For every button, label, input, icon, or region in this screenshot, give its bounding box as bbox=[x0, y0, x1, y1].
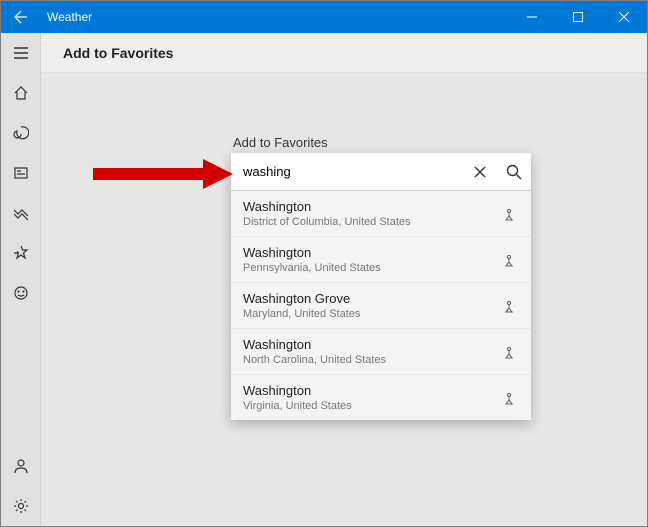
minimize-icon bbox=[527, 12, 537, 22]
close-icon bbox=[619, 12, 629, 22]
search-button[interactable] bbox=[497, 153, 531, 191]
home-icon bbox=[13, 85, 29, 101]
titlebar: Weather bbox=[1, 1, 647, 33]
sidebar-item-forecast[interactable] bbox=[1, 73, 41, 113]
result-sub: North Carolina, United States bbox=[243, 354, 499, 366]
sidebar-item-favorites[interactable] bbox=[1, 233, 41, 273]
results-list: Washington District of Columbia, United S… bbox=[231, 191, 531, 420]
app-title: Weather bbox=[41, 10, 509, 24]
location-icon bbox=[499, 391, 519, 405]
search-icon bbox=[506, 164, 522, 180]
panel-title: Add to Favorites bbox=[233, 135, 328, 150]
result-text: Washington Grove Maryland, United States bbox=[243, 291, 499, 320]
graph-icon bbox=[13, 205, 29, 221]
gear-icon bbox=[13, 498, 29, 514]
search-row bbox=[231, 153, 531, 191]
result-item[interactable]: Washington Virginia, United States bbox=[231, 375, 531, 420]
location-icon bbox=[499, 299, 519, 313]
location-icon bbox=[499, 253, 519, 267]
clear-button[interactable] bbox=[463, 153, 497, 191]
main-area: Add to Favorites Add to Favorites Washin… bbox=[41, 33, 647, 526]
maximize-icon bbox=[573, 12, 583, 22]
sidebar-item-settings[interactable] bbox=[1, 486, 41, 526]
page-title: Add to Favorites bbox=[63, 45, 173, 61]
result-sub: District of Columbia, United States bbox=[243, 216, 499, 228]
result-sub: Pennsylvania, United States bbox=[243, 262, 499, 274]
result-text: Washington Virginia, United States bbox=[243, 383, 499, 412]
hamburger-button[interactable] bbox=[1, 33, 41, 73]
search-panel: Washington District of Columbia, United S… bbox=[231, 153, 531, 420]
sidebar bbox=[1, 33, 41, 526]
result-sub: Virginia, United States bbox=[243, 400, 499, 412]
result-item[interactable]: Washington Pennsylvania, United States bbox=[231, 237, 531, 283]
sidebar-item-maps[interactable] bbox=[1, 113, 41, 153]
page-header: Add to Favorites bbox=[41, 33, 647, 73]
content-area: Add to Favorites Washington District of C… bbox=[41, 73, 647, 526]
result-name: Washington bbox=[243, 337, 499, 352]
result-item[interactable]: Washington Grove Maryland, United States bbox=[231, 283, 531, 329]
result-item[interactable]: Washington District of Columbia, United S… bbox=[231, 191, 531, 237]
back-button[interactable] bbox=[1, 1, 41, 33]
smile-icon bbox=[13, 285, 29, 301]
sidebar-spacer bbox=[1, 313, 40, 446]
location-icon bbox=[499, 345, 519, 359]
news-icon bbox=[13, 165, 29, 181]
location-icon bbox=[499, 207, 519, 221]
sidebar-item-account[interactable] bbox=[1, 446, 41, 486]
spiral-icon bbox=[13, 125, 29, 141]
result-name: Washington Grove bbox=[243, 291, 499, 306]
result-text: Washington Pennsylvania, United States bbox=[243, 245, 499, 274]
result-name: Washington bbox=[243, 245, 499, 260]
result-name: Washington bbox=[243, 383, 499, 398]
hamburger-icon bbox=[13, 45, 29, 61]
maximize-button[interactable] bbox=[555, 1, 601, 33]
annotation-arrow bbox=[93, 154, 233, 194]
close-button[interactable] bbox=[601, 1, 647, 33]
app-body: Add to Favorites Add to Favorites Washin… bbox=[1, 33, 647, 526]
sidebar-item-feedback[interactable] bbox=[1, 273, 41, 313]
sidebar-item-historical[interactable] bbox=[1, 193, 41, 233]
result-sub: Maryland, United States bbox=[243, 308, 499, 320]
minimize-button[interactable] bbox=[509, 1, 555, 33]
result-item[interactable]: Washington North Carolina, United States bbox=[231, 329, 531, 375]
x-icon bbox=[473, 165, 487, 179]
sidebar-item-news[interactable] bbox=[1, 153, 41, 193]
result-text: Washington North Carolina, United States bbox=[243, 337, 499, 366]
person-icon bbox=[13, 458, 29, 474]
result-name: Washington bbox=[243, 199, 499, 214]
star-icon bbox=[13, 245, 29, 261]
back-arrow-icon bbox=[13, 9, 29, 25]
result-text: Washington District of Columbia, United S… bbox=[243, 199, 499, 228]
search-input[interactable] bbox=[231, 164, 463, 179]
